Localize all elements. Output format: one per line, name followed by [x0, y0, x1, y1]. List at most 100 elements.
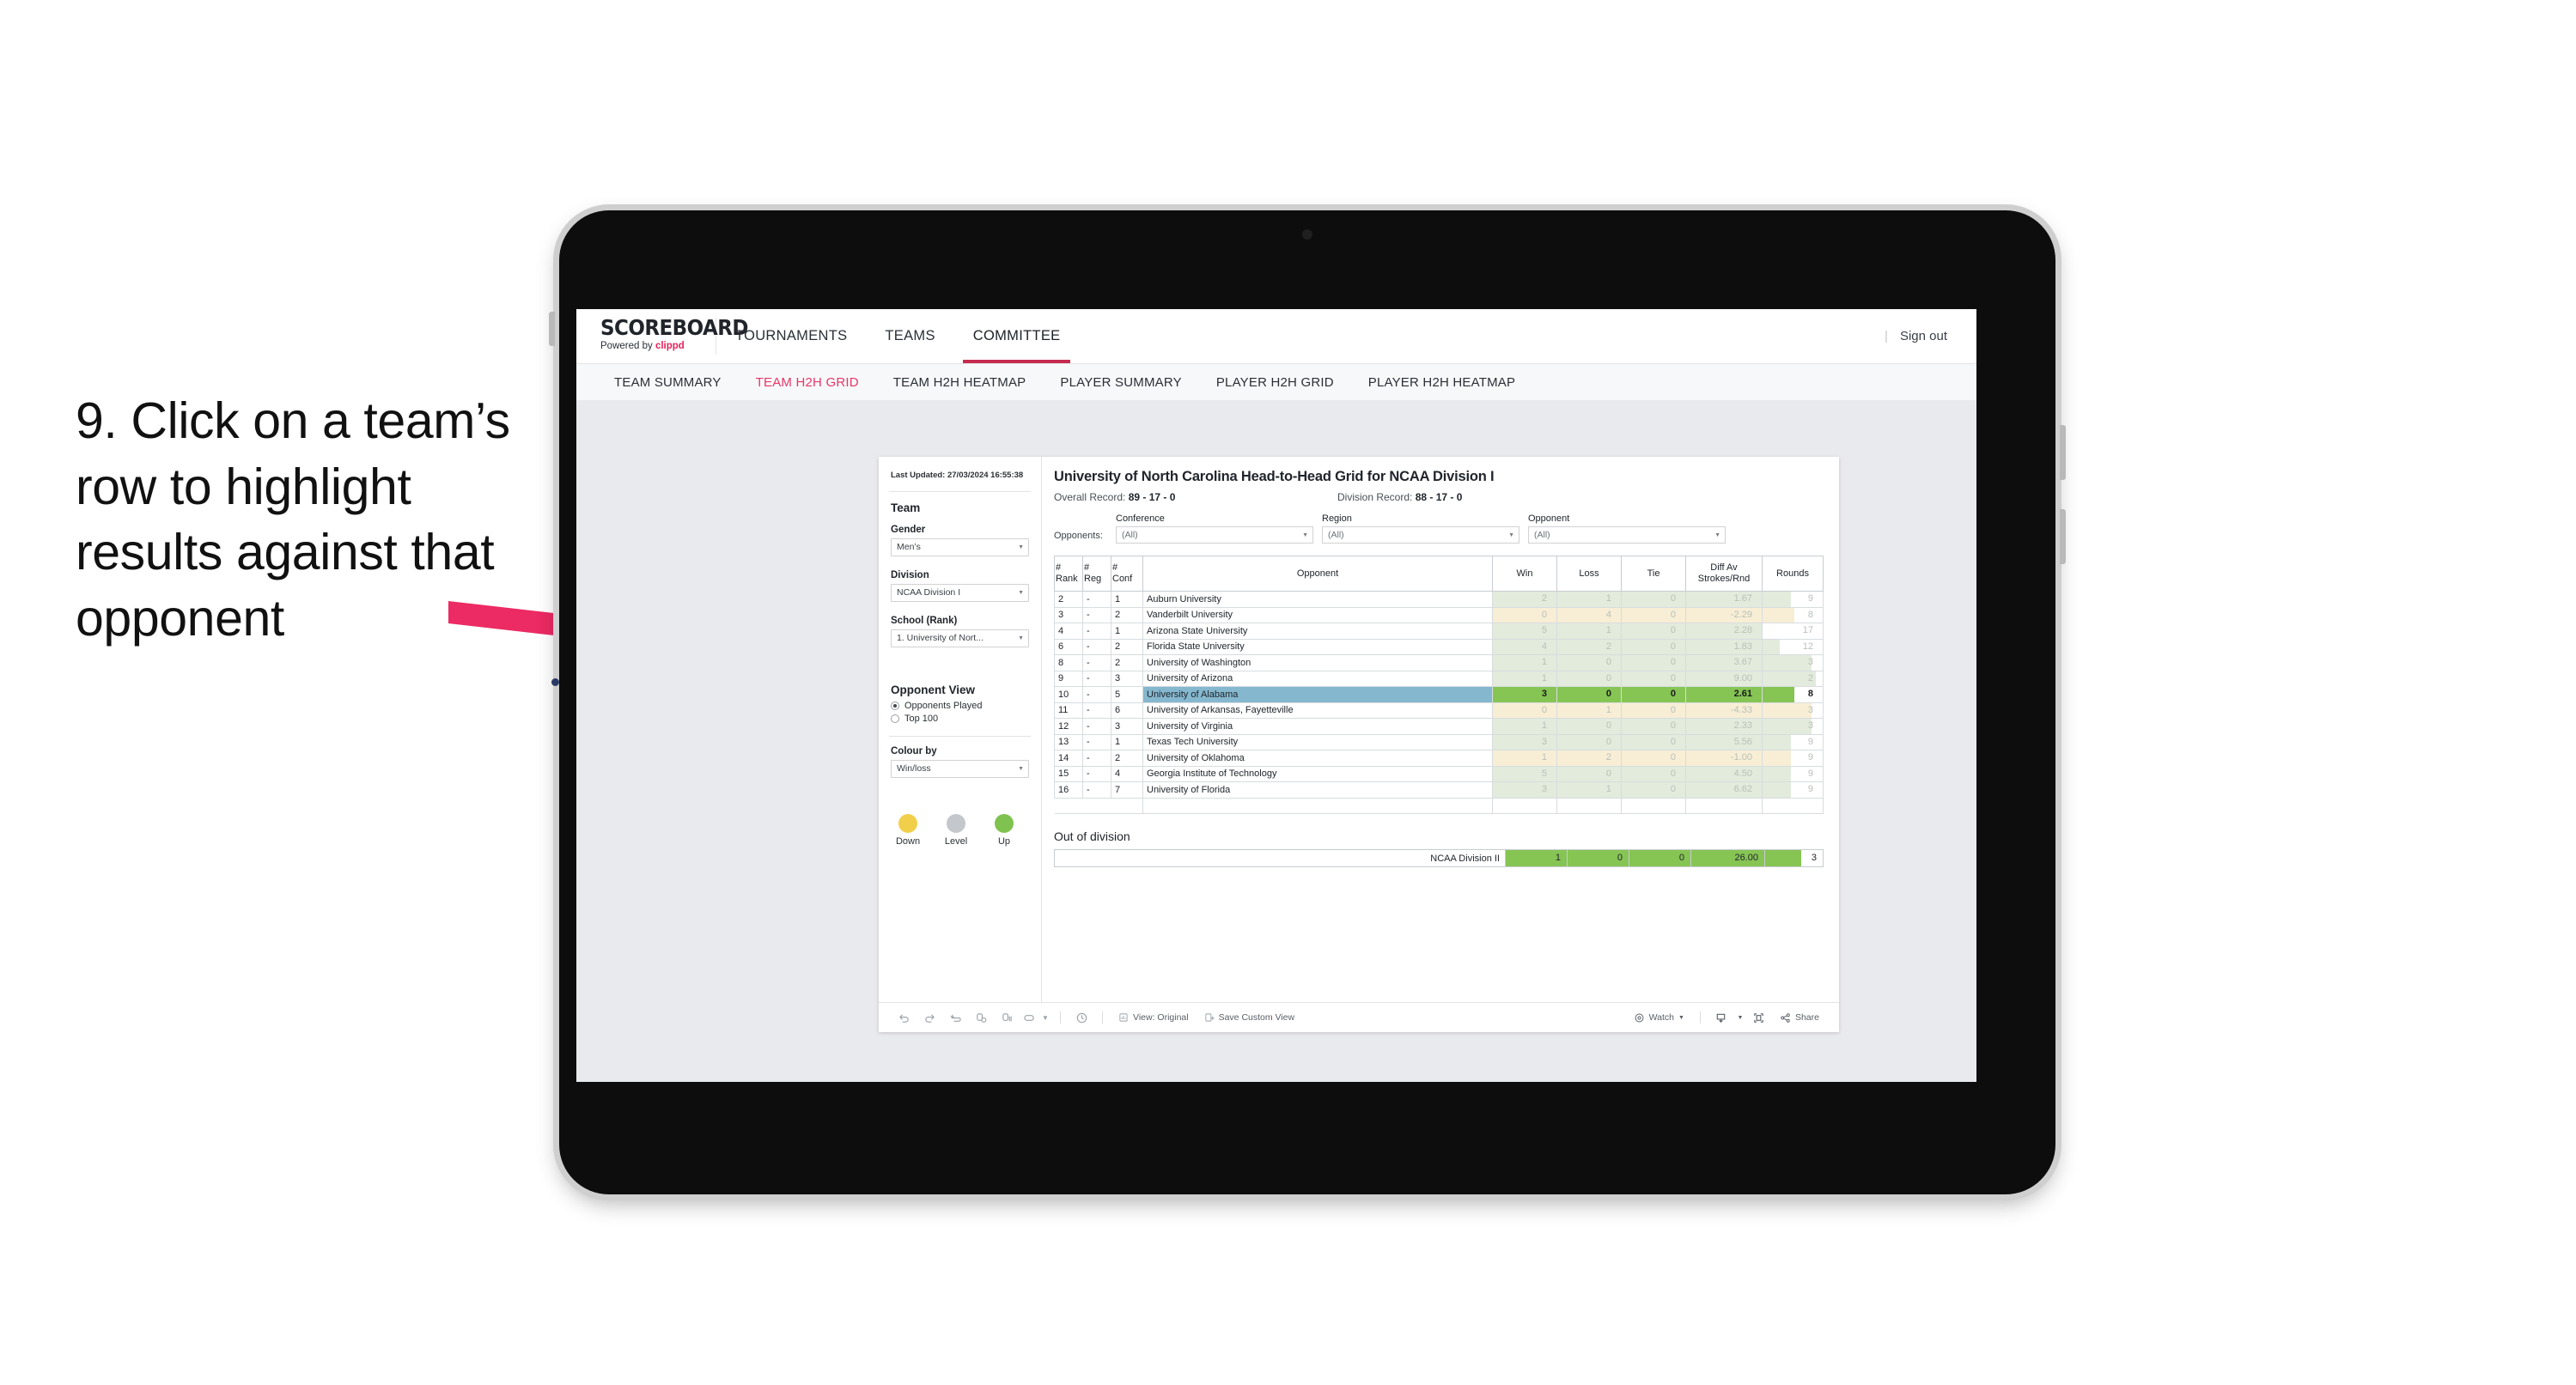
tab-player-h2h-grid[interactable]: PLAYER H2H GRID	[1199, 375, 1351, 390]
main-nav: TOURNAMENTS TEAMS COMMITTEE	[716, 309, 1079, 363]
legend-up-swatch	[995, 813, 1014, 833]
tab-team-h2h-grid[interactable]: TEAM H2H GRID	[739, 375, 876, 390]
redo-icon[interactable]	[917, 1011, 942, 1024]
radio-opponents-played[interactable]: Opponents Played	[891, 701, 1029, 711]
out-of-division-row[interactable]: NCAA Division II 1 0 0 26.00 3	[1054, 849, 1824, 867]
division-record-value: 88 - 17 - 0	[1415, 491, 1463, 503]
cell-opponent[interactable]: Arizona State University	[1142, 623, 1493, 640]
tab-player-h2h-heatmap[interactable]: PLAYER H2H HEATMAP	[1351, 375, 1532, 390]
table-row[interactable]: 9-3 University of Arizona 1 0 0 9.00 2	[1054, 670, 1824, 687]
spacer-cell	[1142, 797, 1493, 814]
cell-opponent[interactable]: University of Oklahoma	[1142, 750, 1493, 767]
cell-rounds: 9	[1762, 765, 1824, 782]
cell-opponent[interactable]: Georgia Institute of Technology	[1142, 765, 1493, 782]
cell-opponent[interactable]: University of Virginia	[1142, 718, 1493, 735]
chevron-down-icon: ▼	[1714, 532, 1720, 538]
cell-opponent[interactable]: Vanderbilt University	[1142, 606, 1493, 623]
legend-up-label: Up	[997, 835, 1011, 847]
cell-opponent[interactable]: Auburn University	[1142, 591, 1493, 608]
header-right: | Sign out	[1885, 309, 1976, 363]
table-row[interactable]: 6-2 Florida State University 4 2 0 1.83 12	[1054, 638, 1824, 655]
cell-loss: 1	[1556, 702, 1622, 719]
cell-loss: 0	[1556, 654, 1622, 671]
nav-tournaments[interactable]: TOURNAMENTS	[716, 309, 866, 363]
download-icon[interactable]	[1708, 1011, 1734, 1024]
cell-rank: 12	[1054, 718, 1083, 735]
table-row[interactable]: 3-2 Vanderbilt University 0 4 0 -2.29 8	[1054, 606, 1824, 623]
nav-teams[interactable]: TEAMS	[866, 309, 953, 363]
pause-auto-update-icon[interactable]	[1069, 1011, 1094, 1024]
tab-team-summary[interactable]: TEAM SUMMARY	[597, 375, 739, 390]
table-row[interactable]: 4-1 Arizona State University 5 1 0 2.28 17	[1054, 623, 1824, 640]
cell-rounds: 8	[1762, 686, 1824, 703]
table-row[interactable]: 16-7 University of Florida 3 1 0 6.62 9	[1054, 781, 1824, 799]
cell-rank: 8	[1054, 654, 1083, 671]
cell-diff: -2.29	[1685, 606, 1763, 623]
table-row[interactable]: 2-1 Auburn University 2 1 0 1.67 9	[1054, 591, 1824, 608]
spacer-cell	[1111, 797, 1143, 814]
chevron-down-icon[interactable]: ▼	[1038, 1014, 1052, 1022]
table-row[interactable]: 10-5 University of Alabama 3 0 0 2.61 8	[1054, 686, 1824, 703]
share-icon	[1780, 1012, 1791, 1024]
cell-opponent[interactable]: University of Arizona	[1142, 670, 1493, 687]
cell-opponent[interactable]: University of Washington	[1142, 654, 1493, 671]
colour-by-select[interactable]: Win/loss ▼	[891, 759, 1029, 778]
radio-top-100[interactable]: Top 100	[891, 714, 1029, 724]
tab-team-h2h-heatmap[interactable]: TEAM H2H HEATMAP	[876, 375, 1044, 390]
tab-player-summary[interactable]: PLAYER SUMMARY	[1043, 375, 1198, 390]
school-select[interactable]: 1. University of Nort... ▼	[891, 629, 1029, 647]
sign-out-link[interactable]: Sign out	[1900, 329, 1947, 343]
cell-opponent[interactable]: University of Arkansas, Fayetteville	[1142, 702, 1493, 719]
table-row[interactable]: 15-4 Georgia Institute of Technology 5 0 0 4.…	[1054, 765, 1824, 782]
watch-button[interactable]: Watch ▼	[1626, 1012, 1692, 1024]
h2h-table-body: 2-1 Auburn University 2 1 0 1.67 9 3 - 2 Vanderbil…	[1054, 591, 1824, 814]
chevron-down-icon: ▼	[1018, 765, 1024, 772]
region-filter-select[interactable]: (All) ▼	[1322, 526, 1519, 544]
nav-committee[interactable]: COMMITTEE	[954, 309, 1080, 363]
cell-reg: -	[1082, 591, 1111, 608]
device-layout-icon[interactable]	[1020, 1011, 1038, 1024]
cell-rank: 15	[1054, 765, 1083, 782]
th-opponent: Opponent	[1142, 556, 1493, 592]
chevron-down-icon[interactable]: ▼	[1734, 1015, 1746, 1021]
cell-opponent[interactable]: Texas Tech University	[1142, 733, 1493, 750]
pause-icon[interactable]	[994, 1011, 1020, 1024]
refresh-icon[interactable]	[968, 1011, 994, 1024]
revert-icon[interactable]	[942, 1011, 968, 1024]
save-custom-view-button[interactable]: Save Custom View	[1197, 1012, 1303, 1023]
table-spacer-row	[1054, 797, 1824, 814]
cell-tie: 0	[1621, 606, 1686, 623]
view-original-button[interactable]: View: Original	[1111, 1012, 1197, 1023]
chevron-down-icon: ▼	[1018, 589, 1024, 596]
cell-rounds: 9	[1762, 750, 1824, 767]
opponent-filter-select[interactable]: (All) ▼	[1528, 526, 1726, 544]
cell-diff: -4.33	[1685, 702, 1763, 719]
cell-tie: 0	[1621, 781, 1686, 799]
cell-conf: 2	[1111, 654, 1143, 671]
cell-tie: 0	[1621, 670, 1686, 687]
table-header-row: # Rank # Reg # Conf Opponent Win Loss Ti…	[1054, 556, 1824, 592]
table-row[interactable]: 11-6 University of Arkansas, Fayetteville…	[1054, 702, 1824, 719]
share-button[interactable]: Share	[1772, 1012, 1827, 1024]
table-row[interactable]: 13-1 Texas Tech University 3 0 0 5.56 9	[1054, 733, 1824, 750]
fullscreen-icon[interactable]	[1746, 1011, 1772, 1024]
cell-win: 3	[1492, 686, 1557, 703]
cell-conf: 2	[1111, 638, 1143, 655]
cell-opponent[interactable]: University of Alabama	[1142, 686, 1493, 703]
cell-diff: 5.56	[1685, 733, 1763, 750]
division-select[interactable]: NCAA Division I ▼	[891, 583, 1029, 602]
th-win: Win	[1492, 556, 1557, 592]
cell-reg: -	[1082, 765, 1111, 782]
table-row[interactable]: 8-2 University of Washington 1 0 0 3.67 3	[1054, 654, 1824, 671]
cell-opponent[interactable]: University of Florida	[1142, 781, 1493, 799]
table-row[interactable]: 14-2 University of Oklahoma 1 2 0 -1.00 9	[1054, 750, 1824, 767]
table-row[interactable]: 12-3 University of Virginia 1 0 0 2.33 3	[1054, 718, 1824, 735]
cell-tie: 0	[1621, 654, 1686, 671]
legend-down-label: Down	[895, 835, 921, 847]
cell-tie: 0	[1621, 591, 1686, 608]
conference-filter-select[interactable]: (All) ▼	[1116, 526, 1313, 544]
undo-icon[interactable]	[891, 1011, 917, 1024]
cell-opponent[interactable]: Florida State University	[1142, 638, 1493, 655]
gender-select[interactable]: Men’s ▼	[891, 538, 1029, 556]
chevron-down-icon: ▼	[1302, 532, 1308, 538]
